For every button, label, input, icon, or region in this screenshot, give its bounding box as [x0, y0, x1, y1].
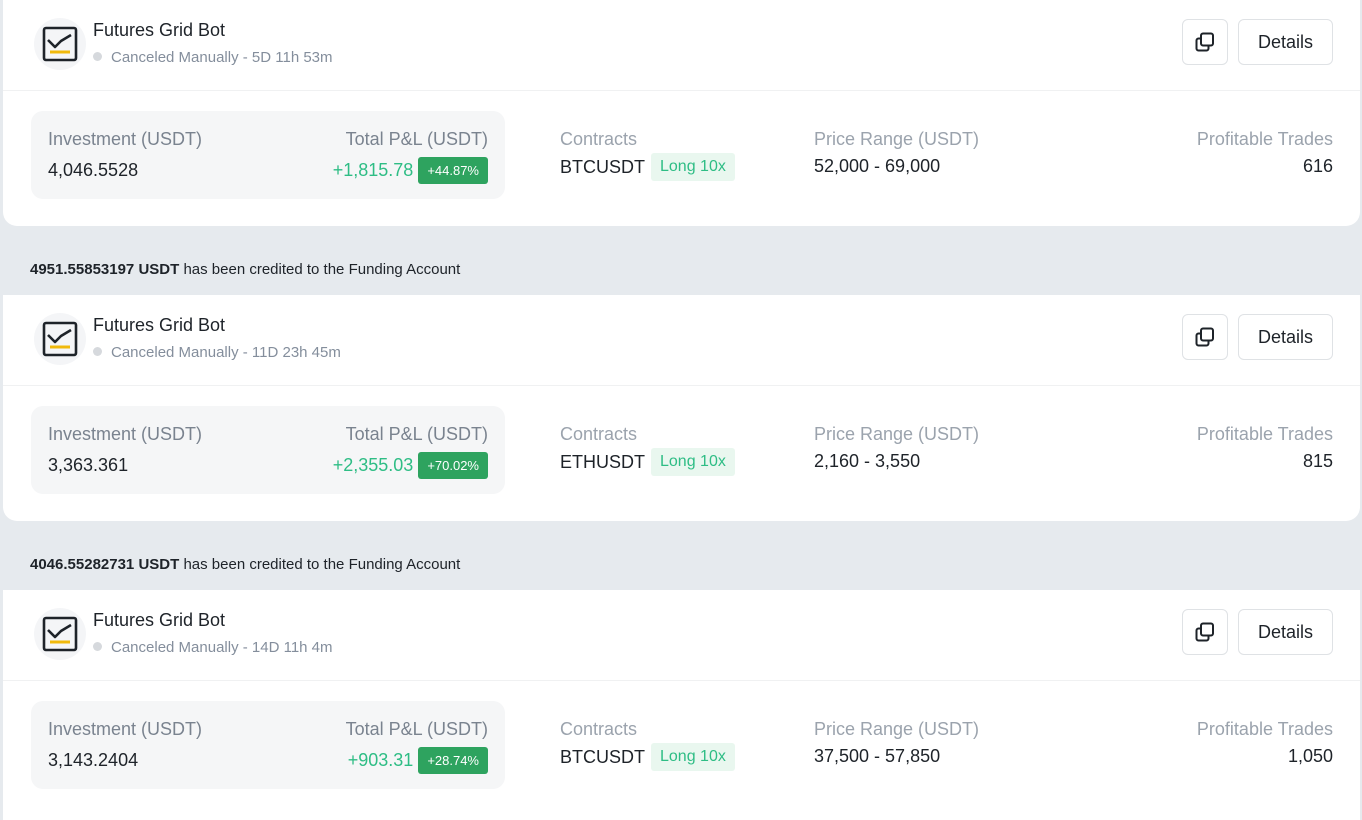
- contracts-row: ETHUSDT Long 10x: [560, 448, 735, 476]
- credited-text: has been credited to the Funding Account: [179, 556, 461, 573]
- profitable-trades-label: Profitable Trades: [1196, 719, 1333, 739]
- credited-text: has been credited to the Funding Account: [179, 261, 461, 278]
- details-button[interactable]: Details: [1238, 314, 1333, 360]
- bot-card-body: Investment (USDT) 4,046.5528 Total P&L (…: [3, 91, 1360, 226]
- profitable-trades-label: Profitable Trades: [1196, 129, 1333, 149]
- funding-credit-banner: 4046.55282731 USDT has been credited to …: [3, 540, 1360, 590]
- contract-symbol: BTCUSDT: [560, 156, 645, 177]
- credited-amount: 4046.55282731 USDT: [30, 556, 180, 573]
- bot-history-list: Futures Grid Bot Canceled Manually - 5D …: [0, 0, 1362, 820]
- status-dot: [93, 642, 102, 651]
- bot-status-text: Canceled Manually - 11D 23h 45m: [111, 344, 341, 361]
- bot-status: Canceled Manually - 11D 23h 45m: [93, 344, 341, 361]
- profitable-trades-value: 1,050: [1287, 746, 1333, 766]
- contract-leverage-tag: Long 10x: [651, 448, 735, 476]
- price-range-label: Price Range (USDT): [814, 719, 980, 739]
- bot-name: Futures Grid Bot: [93, 20, 226, 40]
- pnl-row: +903.31 +28.74%: [348, 747, 488, 774]
- bot-card-header: Futures Grid Bot Canceled Manually - 11D…: [3, 295, 1360, 386]
- bot-card-header: Futures Grid Bot Canceled Manually - 14D…: [3, 590, 1360, 681]
- pnl-percent-badge: +44.87%: [418, 157, 488, 184]
- pnl-percent-badge: +70.02%: [418, 452, 488, 479]
- price-range-value: 2,160 - 3,550: [814, 451, 921, 471]
- copy-icon: [1195, 327, 1214, 347]
- investment-label: Investment (USDT): [48, 129, 203, 149]
- contracts-row: BTCUSDT Long 10x: [560, 743, 735, 771]
- pnl-label: Total P&L (USDT): [345, 719, 488, 739]
- pnl-percent-badge: +28.74%: [418, 747, 488, 774]
- investment-label: Investment (USDT): [48, 424, 203, 444]
- copy-button[interactable]: [1182, 314, 1228, 360]
- bot-card-header: Futures Grid Bot Canceled Manually - 5D …: [3, 0, 1360, 91]
- bot-status: Canceled Manually - 14D 11h 4m: [93, 639, 333, 656]
- copy-icon: [1195, 32, 1214, 52]
- investment-value: 3,363.361: [48, 455, 129, 475]
- contracts-label: Contracts: [560, 424, 638, 444]
- copy-button[interactable]: [1182, 609, 1228, 655]
- profitable-trades-value: 616: [1302, 156, 1333, 176]
- bot-card-body: Investment (USDT) 3,143.2404 Total P&L (…: [3, 681, 1360, 816]
- bot-card: Futures Grid Bot Canceled Manually - 5D …: [3, 0, 1360, 226]
- investment-value: 3,143.2404: [48, 750, 139, 770]
- bot-status: Canceled Manually - 5D 11h 53m: [93, 49, 333, 66]
- line-chart-icon: [34, 608, 86, 660]
- pnl-row: +1,815.78 +44.87%: [333, 157, 488, 184]
- contract-leverage-tag: Long 10x: [651, 743, 735, 771]
- status-dot: [93, 52, 102, 61]
- investment-summary: Investment (USDT) 3,143.2404 Total P&L (…: [31, 701, 505, 789]
- bot-card-body: Investment (USDT) 3,363.361 Total P&L (U…: [3, 386, 1360, 521]
- bot-card: Futures Grid Bot Canceled Manually - 11D…: [3, 295, 1360, 521]
- details-button[interactable]: Details: [1238, 609, 1333, 655]
- price-range-value: 52,000 - 69,000: [814, 156, 941, 176]
- details-button[interactable]: Details: [1238, 19, 1333, 65]
- bot-status-text: Canceled Manually - 5D 11h 53m: [111, 49, 333, 66]
- copy-button[interactable]: [1182, 19, 1228, 65]
- price-range-label: Price Range (USDT): [814, 424, 980, 444]
- pnl-value: +2,355.03: [332, 455, 414, 475]
- profitable-trades-value: 815: [1302, 451, 1333, 471]
- pnl-row: +2,355.03 +70.02%: [333, 452, 488, 479]
- contracts-label: Contracts: [560, 129, 638, 149]
- funding-credit-banner: 4951.55853197 USDT has been credited to …: [3, 245, 1360, 295]
- status-dot: [93, 347, 102, 356]
- contract-symbol: BTCUSDT: [560, 746, 645, 767]
- investment-summary: Investment (USDT) 3,363.361 Total P&L (U…: [31, 406, 505, 494]
- investment-label: Investment (USDT): [48, 719, 203, 739]
- bot-name: Futures Grid Bot: [93, 315, 226, 335]
- price-range-value: 37,500 - 57,850: [814, 746, 941, 766]
- price-range-label: Price Range (USDT): [814, 129, 980, 149]
- bot-card: Futures Grid Bot Canceled Manually - 14D…: [3, 590, 1360, 820]
- pnl-value: +1,815.78: [332, 160, 414, 180]
- copy-icon: [1195, 622, 1214, 642]
- bot-status-text: Canceled Manually - 14D 11h 4m: [111, 639, 333, 656]
- bot-name: Futures Grid Bot: [93, 610, 226, 630]
- pnl-label: Total P&L (USDT): [345, 424, 488, 444]
- line-chart-icon: [34, 313, 86, 365]
- pnl-label: Total P&L (USDT): [345, 129, 488, 149]
- line-chart-icon: [34, 18, 86, 70]
- investment-summary: Investment (USDT) 4,046.5528 Total P&L (…: [31, 111, 505, 199]
- contracts-label: Contracts: [560, 719, 638, 739]
- profitable-trades-label: Profitable Trades: [1196, 424, 1333, 444]
- contract-symbol: ETHUSDT: [560, 451, 645, 472]
- contracts-row: BTCUSDT Long 10x: [560, 153, 735, 181]
- pnl-value: +903.31: [347, 750, 414, 770]
- contract-leverage-tag: Long 10x: [651, 153, 735, 181]
- credited-amount: 4951.55853197 USDT: [30, 261, 180, 278]
- investment-value: 4,046.5528: [48, 160, 139, 180]
